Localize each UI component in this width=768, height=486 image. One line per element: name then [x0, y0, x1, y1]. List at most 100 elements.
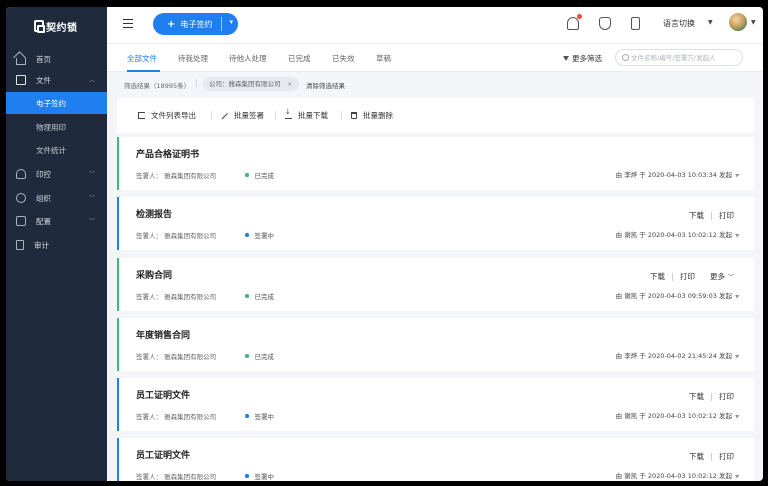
download-link[interactable]: 下载: [689, 210, 704, 221]
tab-all-files[interactable]: 全部文件: [127, 53, 157, 64]
export-icon: [138, 112, 145, 119]
caret-down-icon[interactable]: ▼: [751, 19, 756, 26]
document-card[interactable]: 年度销售合同 签署人： 雅森集团有限公司 已完成 由 李烨 于 2020-04-…: [117, 318, 754, 371]
sidebar-item-label: 文件统计: [36, 145, 66, 155]
search-input[interactable]: [631, 51, 739, 64]
menu-toggle-icon[interactable]: [123, 19, 133, 28]
avatar[interactable]: [729, 13, 747, 31]
print-link[interactable]: 打印: [719, 391, 734, 402]
status-badge: 签署中: [245, 230, 274, 240]
divider: [711, 211, 712, 220]
company-filter-label: 公司：雅森集团有限公司: [209, 80, 281, 88]
document-signer: 签署人： 雅森集团有限公司: [136, 232, 217, 240]
document-meta: 由 谢凯 于 2020-04-03 10:02:12 发起 ➤: [615, 470, 741, 481]
print-link[interactable]: 打印: [680, 271, 695, 282]
document-card[interactable]: 员工证明文件 下载 打印 签署人： 雅森集团有限公司 签署中 由 谢凯 于 20…: [117, 378, 754, 431]
download-link[interactable]: 下载: [689, 451, 704, 462]
print-link[interactable]: 打印: [719, 210, 734, 221]
shield-icon[interactable]: [599, 17, 611, 30]
download-icon: [285, 108, 292, 119]
status-dot: [245, 414, 249, 418]
status-badge: 已完成: [245, 291, 274, 301]
print-link[interactable]: 打印: [719, 451, 734, 462]
document-card[interactable]: 检测报告 下载 打印 签署人： 雅森集团有限公司 签署中 由 谢凯 于 2020…: [117, 197, 754, 250]
sidebar-item-organization[interactable]: 组织 ﹀: [6, 187, 107, 209]
sidebar-item-esign[interactable]: 电子签约: [6, 92, 107, 114]
divider: |: [195, 79, 198, 87]
search-box[interactable]: [615, 49, 743, 66]
batch-download-button[interactable]: 批量下载: [285, 108, 328, 121]
send-icon: ➤: [733, 292, 742, 301]
document-card[interactable]: 员工证明文件 下载 打印 签署人： 雅森集团有限公司 签署中 由 谢凯 于 20…: [117, 438, 754, 481]
company-filter-tag[interactable]: 公司：雅森集团有限公司 ×: [203, 77, 299, 91]
document-initiator: 由 谢凯 于 2020-04-03 10:02:12 发起: [615, 412, 732, 420]
new-esign-button[interactable]: + 电子签约 ▾: [153, 13, 238, 35]
phone-icon[interactable]: [631, 17, 640, 30]
document-initiator: 由 谢凯 于 2020-04-03 10:02:12 发起: [615, 231, 732, 239]
sidebar-item-config[interactable]: 配置 ﹀: [6, 210, 107, 232]
filter-result-row: 筛选结果（18995条） | 公司：雅森集团有限公司 × 清除筛选结果: [107, 72, 763, 98]
tab-drafts[interactable]: 草稿: [376, 53, 391, 64]
document-card[interactable]: 产品合格证明书 签署人： 雅森集团有限公司 已完成 由 李烨 于 2020-04…: [117, 137, 754, 190]
chevron-down-icon: ﹀: [88, 195, 95, 202]
close-icon[interactable]: ×: [287, 77, 292, 91]
status-badge: 签署中: [245, 471, 274, 481]
search-icon: [622, 53, 629, 61]
sidebar-item-physical-seal[interactable]: 物理用印: [6, 116, 107, 138]
divider: [211, 111, 212, 119]
document-title[interactable]: 员工证明文件: [136, 448, 190, 461]
tab-pending-others[interactable]: 待他人处理: [229, 53, 267, 64]
document-card[interactable]: 采购合同 下载 打印 更多 ﹀ 签署人： 雅森集团有限公司 已完成 由 谢凯 于 …: [117, 258, 754, 311]
logo-text: 契约锁: [46, 22, 78, 34]
status-label: 签署中: [254, 473, 275, 481]
document-title[interactable]: 检测报告: [136, 207, 172, 220]
more-label: 更多: [709, 272, 725, 281]
batch-sign-label: 批量签署: [234, 111, 264, 120]
sidebar-item-files[interactable]: 文件 ︿: [6, 69, 107, 91]
bell-icon[interactable]: [567, 14, 582, 30]
sidebar-item-label: 配置: [36, 216, 51, 226]
document-title[interactable]: 员工证明文件: [136, 388, 190, 401]
more-filter-button[interactable]: 更多筛选: [563, 53, 602, 64]
document-title[interactable]: 产品合格证明书: [136, 147, 199, 160]
document-actions: 下载 打印: [689, 210, 734, 221]
status-dot: [245, 474, 249, 478]
status-dot: [245, 354, 249, 358]
tab-completed[interactable]: 已完成: [288, 53, 311, 64]
caret-down-icon[interactable]: ▼: [708, 19, 713, 26]
document-signer: 签署人： 雅森集团有限公司: [136, 353, 217, 361]
document-meta: 由 谢凯 于 2020-04-03 10:02:12 发起 ➤: [615, 229, 741, 240]
tab-expired[interactable]: 已失效: [332, 53, 355, 64]
batch-download-label: 批量下载: [298, 111, 328, 120]
org-icon: [16, 193, 26, 203]
send-icon: ➤: [733, 412, 742, 421]
export-list-button[interactable]: 文件列表导出: [138, 110, 196, 121]
sidebar-item-label: 审计: [34, 240, 49, 250]
document-signer: 签署人： 雅森集团有限公司: [136, 172, 217, 180]
filter-icon: [563, 56, 569, 61]
download-link[interactable]: 下载: [689, 391, 704, 402]
sidebar-item-label: 组织: [36, 193, 51, 203]
language-switch[interactable]: 语言切换: [663, 18, 695, 29]
top-header: + 电子签约 ▾ 语言切换 ▼ ▼: [107, 7, 763, 44]
sidebar-item-seal-control[interactable]: 印控 ﹀: [6, 163, 107, 185]
document-title[interactable]: 采购合同: [136, 268, 172, 281]
batch-delete-button[interactable]: 批量删除: [351, 110, 393, 121]
sidebar-item-home[interactable]: 首页: [6, 48, 107, 70]
divider: [711, 452, 712, 461]
batch-sign-button[interactable]: 批量签署: [220, 110, 264, 121]
document-signer: 签署人： 雅森集团有限公司: [136, 413, 217, 421]
sidebar-item-file-stats[interactable]: 文件统计: [6, 139, 107, 161]
document-initiator: 由 李烨 于 2020-04-02 21:45:24 发起: [615, 352, 732, 360]
divider: [671, 272, 673, 281]
download-link[interactable]: 下载: [650, 271, 665, 282]
more-dropdown[interactable]: 更多 ﹀: [710, 271, 734, 282]
document-initiator: 由 谢凯 于 2020-04-03 10:02:12 发起: [615, 472, 732, 480]
clear-filter-link[interactable]: 清除筛选结果: [306, 80, 345, 90]
document-meta: 由 李烨 于 2020-04-02 21:45:24 发起 ➤: [615, 350, 741, 361]
sidebar-item-audit[interactable]: 审计: [6, 234, 107, 256]
chevron-down-icon[interactable]: ▾: [229, 18, 233, 26]
document-title[interactable]: 年度销售合同: [136, 328, 190, 341]
audit-icon: [16, 240, 24, 250]
tab-pending-me[interactable]: 待我处理: [178, 53, 208, 64]
